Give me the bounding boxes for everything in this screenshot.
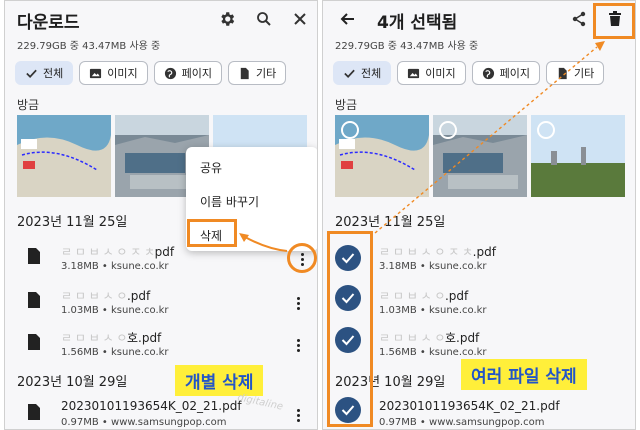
chip-label: 페이지: [181, 67, 212, 80]
file-name: 20230101193654K_02_21.pdf: [379, 399, 560, 413]
more-options-icon[interactable]: [295, 249, 309, 269]
file-name: ㄹ ㅁ ㅂ ㅅ ㅇ.pdf: [61, 289, 151, 303]
chip-other[interactable]: 기타: [228, 61, 287, 85]
menu-rename[interactable]: 이름 바꾸기: [200, 193, 259, 210]
file-name: ㄹ ㅁ ㅂ ㅅ ㅇ ㅈ ㅊpdf: [61, 245, 175, 259]
file-meta: 1.56MB • ksune.co.kr: [61, 347, 169, 358]
filter-chips: 전체 이미지 페이지 기타: [15, 61, 287, 85]
more-options-icon[interactable]: [291, 335, 305, 355]
file-icon: [28, 292, 40, 308]
date-header-nov25: 2023년 11월 25일: [17, 215, 128, 230]
chip-label: 이미지: [107, 67, 138, 80]
file-meta: 0.97MB • www.samsungpop.com: [61, 417, 227, 428]
close-icon[interactable]: [288, 7, 312, 31]
file-name: ㄹ ㅁ ㅂ ㅅ ㅇ호.pdf: [61, 331, 162, 345]
check-icon: [344, 69, 355, 78]
menu-share[interactable]: 공유: [200, 159, 222, 176]
globe-icon: [164, 67, 176, 79]
callout-single-delete: 개별 삭제: [175, 365, 264, 396]
section-recent: 방금: [335, 98, 358, 112]
top-app-bar: 다운로드: [5, 1, 317, 37]
more-options-icon[interactable]: [291, 293, 305, 313]
downloads-screen-single: 다운로드 229.79GB 중 43.47MB 사용 중 전체 이미지 페이지 …: [4, 0, 318, 430]
arrow-annotation: [374, 41, 605, 234]
highlight-delete-menu: [187, 219, 237, 247]
selection-title: 4개 선택됨: [377, 13, 458, 33]
highlight-checkboxes: [327, 231, 373, 427]
file-icon: [28, 404, 40, 420]
file-row[interactable]: ㄹ ㅁ ㅂ ㅅ ㅇ호.pdf 1.56MB • ksune.co.kr: [5, 323, 317, 367]
file-name: 20230101193654K_02_21.pdf: [61, 399, 242, 413]
back-arrow-icon[interactable]: [335, 7, 359, 31]
file-name: ㄹ ㅁ ㅂ ㅅ ㅇ.pdf: [379, 289, 469, 303]
date-header-oct29: 2023년 10월 29일: [17, 375, 128, 390]
search-icon[interactable]: [252, 7, 276, 31]
file-row[interactable]: ㄹ ㅁ ㅂ ㅅ ㅇ.pdf 1.03MB • ksune.co.kr: [5, 281, 317, 325]
more-options-icon[interactable]: [291, 405, 305, 425]
callout-multi-delete: 여러 파일 삭제: [461, 359, 587, 390]
file-icon: [28, 248, 40, 264]
arrow-annotation: [239, 233, 288, 252]
chip-pages[interactable]: 페이지: [153, 61, 222, 85]
file-meta: 1.56MB • ksune.co.kr: [379, 347, 487, 358]
section-recent: 방금: [17, 98, 40, 112]
page-title: 다운로드: [17, 13, 80, 33]
highlight-trash: [593, 3, 635, 39]
file-meta: 3.18MB • ksune.co.kr: [379, 261, 487, 272]
settings-gear-icon[interactable]: [215, 7, 239, 31]
check-icon: [26, 69, 37, 78]
top-app-bar: 4개 선택됨: [323, 1, 635, 37]
share-icon[interactable]: [567, 7, 591, 31]
file-name: ㄹ ㅁ ㅂ ㅅ ㅇ ㅈ ㅊ.pdf: [379, 245, 496, 259]
file-name: ㄹ ㅁ ㅂ ㅅ ㅇ호.pdf: [379, 331, 480, 345]
storage-usage: 229.79GB 중 43.47MB 사용 중: [17, 41, 161, 52]
file-meta: 1.03MB • ksune.co.kr: [61, 305, 169, 316]
chip-all[interactable]: 전체: [15, 61, 74, 85]
thumbnail-map[interactable]: [17, 115, 111, 197]
file-icon: [240, 67, 249, 79]
file-icon: [28, 334, 40, 350]
chip-label: 전체: [43, 67, 64, 80]
image-icon: [90, 68, 102, 78]
file-meta: 1.03MB • ksune.co.kr: [379, 305, 487, 316]
chip-label: 기타: [256, 67, 277, 80]
file-meta: 0.97MB • www.samsungpop.com: [379, 417, 545, 428]
select-circle[interactable]: [341, 121, 359, 139]
chip-images[interactable]: 이미지: [79, 61, 148, 85]
file-meta: 3.18MB • ksune.co.kr: [61, 261, 169, 272]
downloads-screen-multiselect: 4개 선택됨 229.79GB 중 43.47MB 사용 중 전체 이미지 페이…: [322, 0, 636, 430]
